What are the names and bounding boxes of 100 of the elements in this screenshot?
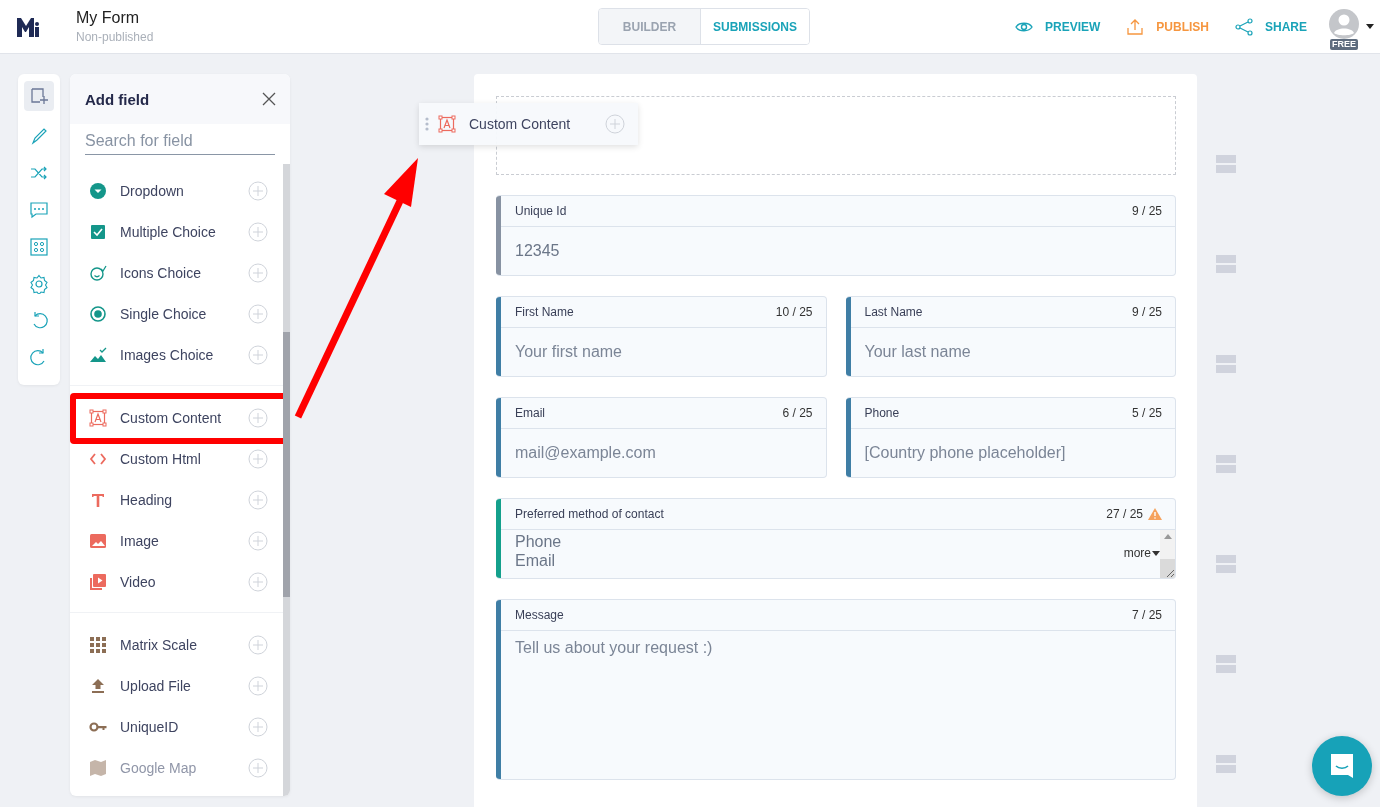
text-input[interactable]: [Country phone placeholder]: [850, 429, 1175, 477]
add-icon: [248, 344, 268, 365]
scrollbar[interactable]: [1160, 530, 1175, 578]
form-title: My Form: [76, 9, 141, 27]
field-label: Unique Id: [515, 204, 567, 218]
drag-handle-icon: [1216, 455, 1236, 473]
avatar-icon: [1329, 8, 1359, 39]
field-type-item[interactable]: Dropdown: [70, 170, 283, 211]
drag-preview-label: Custom Content: [469, 116, 572, 132]
field-type-item[interactable]: Video: [70, 561, 283, 602]
text-frame-icon: [438, 115, 456, 133]
message-input[interactable]: Tell us about your request :): [501, 631, 1175, 779]
grid-icon: [89, 635, 107, 654]
add-icon: [248, 448, 268, 469]
grip-dots-icon: [425, 117, 429, 131]
add-icon: [248, 180, 268, 201]
field-type-item[interactable]: UniqueID: [70, 706, 283, 747]
dice-icon: [29, 236, 49, 257]
form-field[interactable]: Last Name 9 / 25 Your last name: [845, 296, 1176, 377]
field-label: Preferred method of contact: [515, 507, 664, 521]
add-icon: [248, 489, 268, 510]
panel-title: Add field: [85, 90, 150, 108]
field-type-item[interactable]: Multiple Choice: [70, 211, 283, 252]
add-icon: [605, 114, 625, 134]
tool-button[interactable]: [24, 81, 54, 111]
add-icon: [248, 303, 268, 324]
images-icon: [89, 345, 107, 364]
form-field[interactable]: Unique Id 9 / 25 12345: [496, 195, 1176, 276]
field-type-item[interactable]: Custom Content: [70, 397, 283, 438]
upload-icon: [1126, 17, 1145, 36]
char-count: 9 / 25: [1131, 305, 1162, 319]
add-icon: [248, 634, 268, 655]
form-field[interactable]: Message 7 / 25 Tell us about your request :): [496, 599, 1176, 780]
add-icon: [248, 407, 268, 428]
field-label: Email: [515, 406, 545, 420]
chat-icon: [29, 199, 49, 220]
char-count: 6 / 25: [782, 406, 813, 420]
drag-handle-icon: [1216, 255, 1236, 273]
field-type-item[interactable]: Icons Choice: [70, 252, 283, 293]
resize-grip-icon: [1165, 568, 1175, 578]
add-icon: [248, 716, 268, 737]
add-field-icon: [29, 86, 49, 106]
drag-handle-icon: [1216, 655, 1236, 673]
field-label: Last Name: [864, 305, 923, 319]
radio-icon: [89, 304, 107, 323]
text-input[interactable]: 12345: [501, 227, 1175, 275]
add-icon: [248, 262, 268, 283]
map-icon: [89, 758, 107, 777]
field-label: Message: [515, 608, 564, 622]
drag-preview[interactable]: Custom Content: [419, 103, 638, 145]
image-icon: [89, 531, 107, 550]
field-type-item[interactable]: Upload File: [70, 665, 283, 706]
chat-icon: [1328, 752, 1356, 780]
drag-handle-icon: [1216, 755, 1236, 773]
logo-icon: [16, 15, 40, 38]
form-field[interactable]: Preferred method of contact 27 / 25 Phone Email more: [496, 498, 1176, 579]
char-count: 5 / 25: [1131, 406, 1162, 420]
form-field[interactable]: Phone 5 / 25 [Country phone placeholder]: [845, 397, 1176, 478]
text-input[interactable]: mail@example.com: [501, 429, 826, 477]
share-icon: [1235, 17, 1253, 36]
field-label: First Name: [515, 305, 574, 319]
scrollbar[interactable]: [283, 164, 290, 796]
chat-button[interactable]: [1312, 736, 1372, 796]
drag-handle-icon: [1216, 155, 1236, 173]
field-type-item[interactable]: Heading: [70, 479, 283, 520]
form-field[interactable]: First Name 10 / 25 Your first name: [496, 296, 827, 377]
text-frame-icon: [89, 408, 107, 427]
char-count: 10 / 25: [775, 305, 813, 319]
drag-handle-icon: [1216, 555, 1236, 573]
field-type-item[interactable]: Custom Html: [70, 438, 283, 479]
add-icon: [248, 757, 268, 778]
add-icon: [248, 530, 268, 551]
publish-status: Non-published: [76, 30, 154, 44]
close-icon: [262, 92, 276, 106]
caret-icon: [1366, 24, 1374, 29]
drag-handle-icon: [1216, 355, 1236, 373]
caret-icon: [1152, 551, 1160, 556]
add-icon: [248, 675, 268, 696]
field-type-item[interactable]: Matrix Scale: [70, 624, 283, 665]
char-count: 9 / 25: [1131, 204, 1162, 218]
more-link[interactable]: more: [1123, 546, 1151, 560]
plan-badge: FREE: [1330, 38, 1358, 50]
field-type-item[interactable]: Single Choice: [70, 293, 283, 334]
checkbox-icon: [89, 222, 107, 241]
list-option[interactable]: Email: [515, 551, 1110, 570]
upload-icon: [89, 676, 107, 695]
field-type-item[interactable]: Image: [70, 520, 283, 561]
char-count: 27 / 25: [1106, 507, 1143, 521]
add-icon: [248, 571, 268, 592]
video-icon: [89, 572, 107, 591]
smiley-icon: [89, 263, 107, 282]
list-option[interactable]: Phone: [515, 532, 1110, 551]
scroll-up-icon: [1163, 534, 1172, 539]
text-input[interactable]: Your last name: [850, 328, 1175, 376]
add-icon: [248, 221, 268, 242]
form-field[interactable]: Email 6 / 25 mail@example.com: [496, 397, 827, 478]
char-count: 7 / 25: [1131, 608, 1162, 622]
field-type-item[interactable]: Images Choice: [70, 334, 283, 375]
text-input[interactable]: Your first name: [501, 328, 826, 376]
field-label: Phone: [864, 406, 900, 420]
